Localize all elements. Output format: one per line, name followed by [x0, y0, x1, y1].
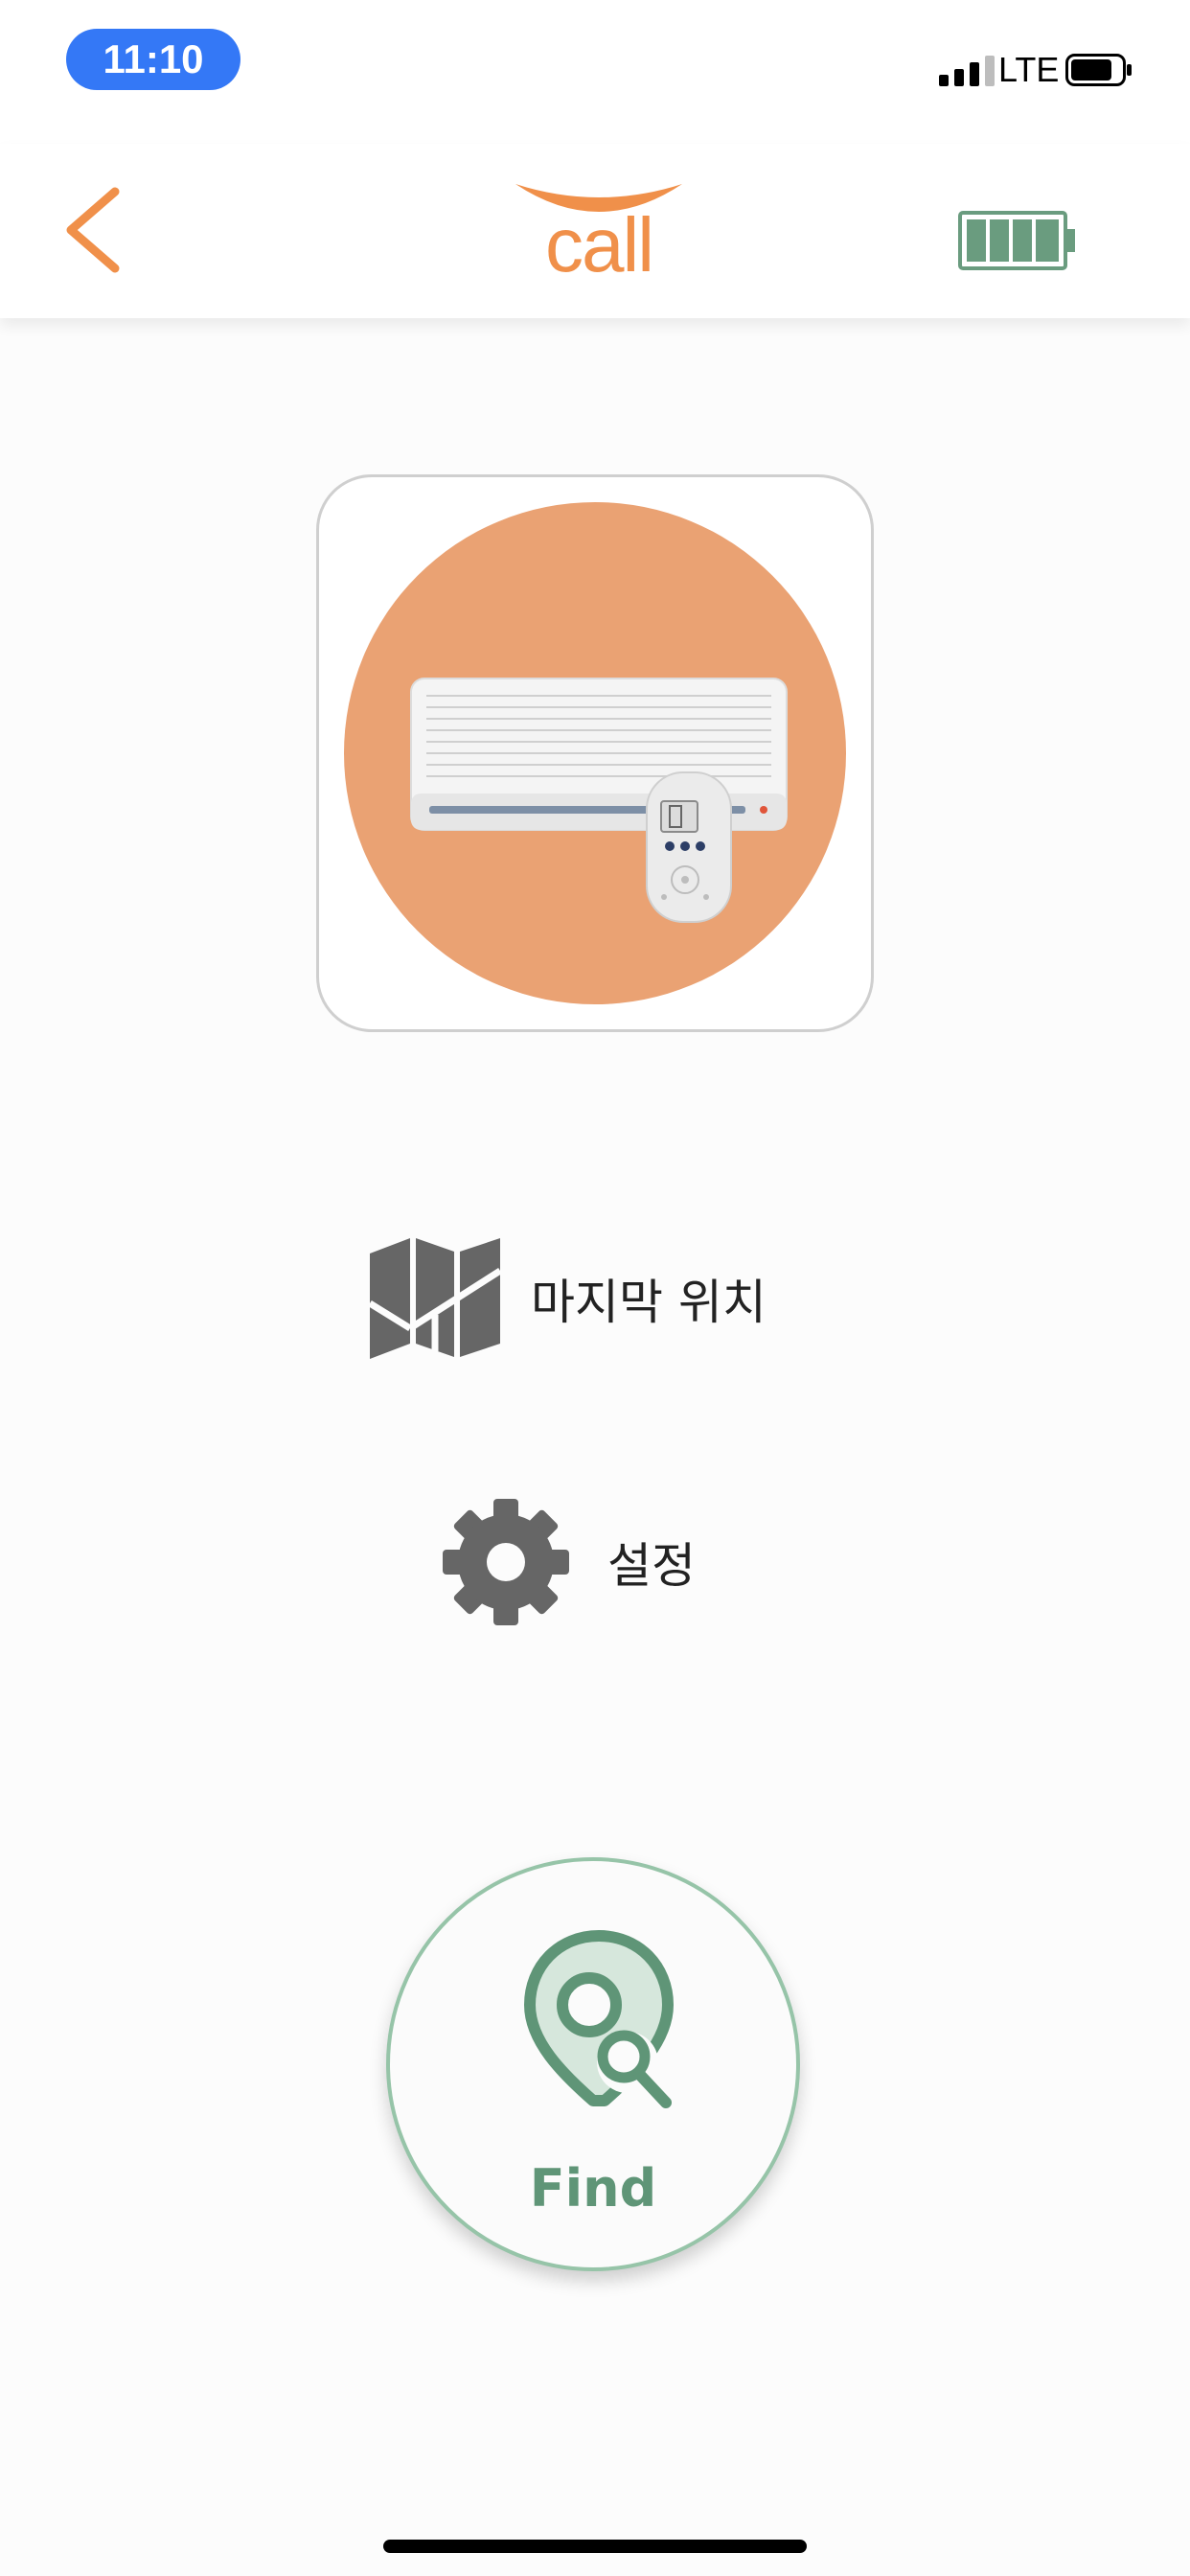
gear-icon	[443, 1499, 569, 1625]
menu-settings-label: 설정	[607, 1538, 696, 1594]
map-icon	[368, 1238, 502, 1359]
air-conditioner-with-remote-icon	[344, 502, 846, 1004]
phone-battery-icon	[1065, 54, 1132, 86]
find-button[interactable]: Find	[386, 1857, 800, 2271]
back-button[interactable]	[57, 182, 134, 278]
menu-settings[interactable]: 설정	[439, 1495, 696, 1629]
app-header: call	[0, 144, 1190, 318]
app-logo: call	[508, 172, 690, 297]
status-bar: 11:10 LTE	[0, 0, 1190, 144]
product-image	[316, 474, 874, 1032]
home-indicator	[383, 2540, 807, 2553]
status-time: 11:10	[66, 29, 240, 90]
chevron-left-icon	[66, 187, 120, 273]
signal-icon	[939, 56, 995, 86]
logo-text: call	[544, 202, 654, 288]
menu-last-location[interactable]: 마지막 위치	[368, 1236, 767, 1361]
menu-last-location-label: 마지막 위치	[531, 1275, 767, 1330]
network-type: LTE	[998, 50, 1060, 89]
battery-full-icon	[958, 211, 1075, 270]
find-button-label: Find	[529, 2158, 657, 2219]
location-search-icon	[524, 1930, 674, 2108]
